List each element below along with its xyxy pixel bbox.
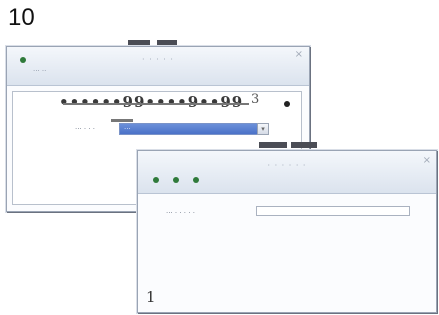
front-field-label: ··· · · · · · — [166, 209, 195, 217]
close-icon[interactable]: × — [423, 155, 431, 166]
page-number: 10 — [8, 4, 35, 31]
app-label: ··· ·· — [33, 67, 47, 75]
side-number: 3 — [251, 92, 260, 107]
redaction-marker — [291, 142, 317, 148]
close-icon[interactable]: × — [295, 49, 303, 60]
back-window-title: · · · · · — [142, 55, 174, 64]
redaction-marker — [259, 142, 287, 148]
chevron-down-icon[interactable]: ▾ — [257, 123, 269, 135]
front-window-titlebar: · · · · · · × — [138, 151, 436, 194]
front-window-title: · · · · · · — [267, 161, 307, 170]
select-value: ··· — [124, 125, 131, 133]
window-control-dot[interactable] — [153, 177, 159, 183]
window-control-dot[interactable] — [193, 177, 199, 183]
window-control-dot[interactable] — [173, 177, 179, 183]
back-field-select[interactable]: ··· ▾ — [119, 123, 269, 135]
handwritten-annotation: ••••••99••••9••99 — [59, 93, 244, 111]
front-field-input[interactable] — [256, 206, 410, 216]
bullet-mark — [284, 101, 290, 107]
footer-page-number: 1 — [146, 288, 156, 306]
strike-line — [63, 103, 249, 105]
back-field-label: ··· · · · — [75, 125, 96, 133]
front-window: · · · · · · × ··· · · · · · 1 — [137, 150, 437, 313]
underline-mark — [111, 119, 133, 122]
back-window-titlebar: ··· ·· · · · · · × — [7, 47, 309, 86]
